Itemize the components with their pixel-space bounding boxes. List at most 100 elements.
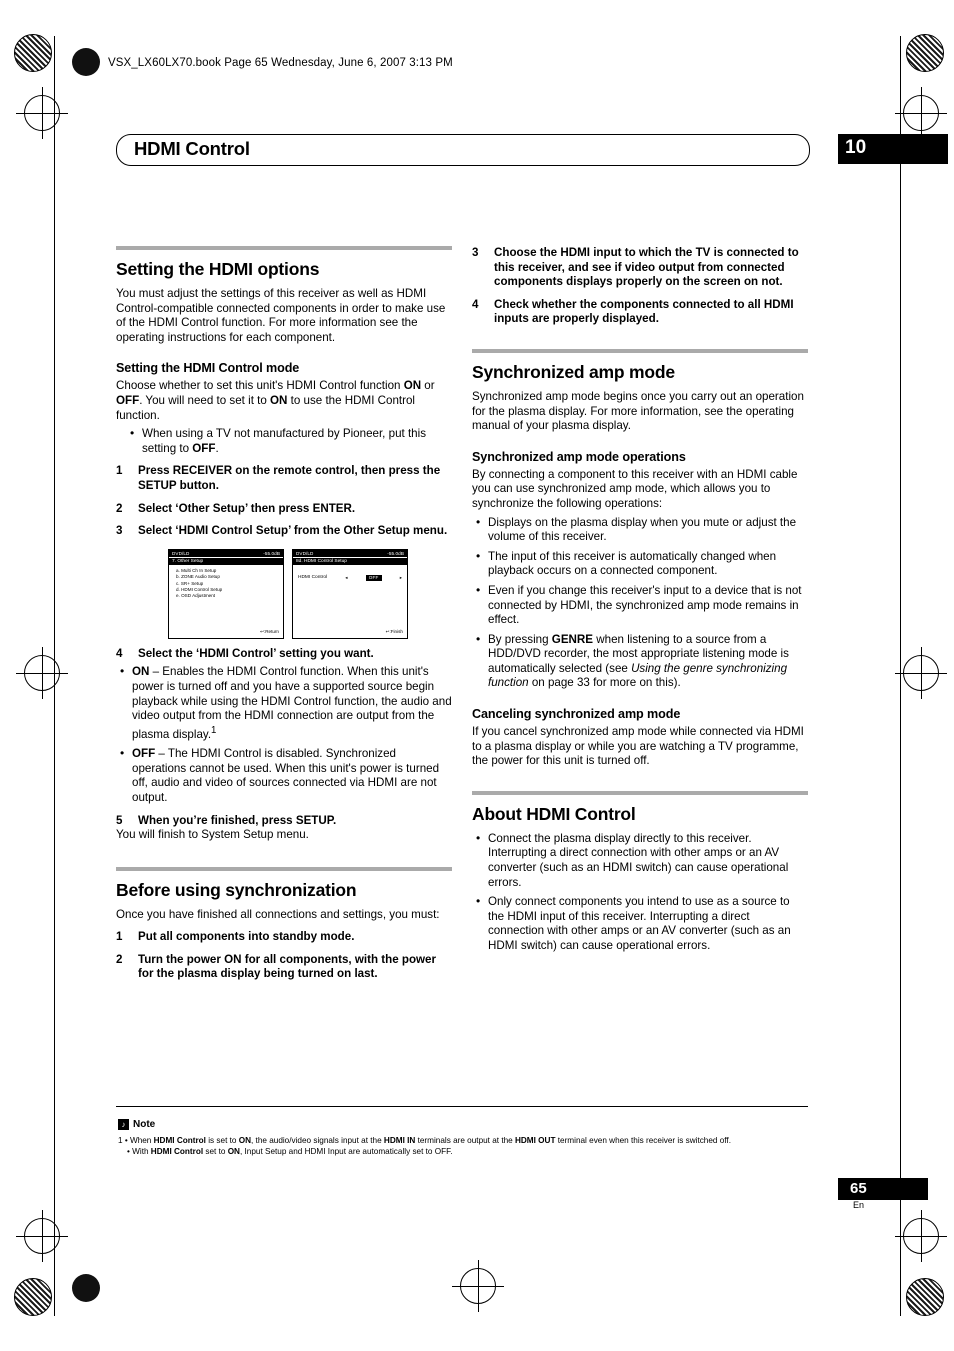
note-hdmi-control: HDMI Control: [153, 1136, 206, 1145]
osd-menu-title: 8d. HDMI Control Setup: [293, 557, 407, 566]
step-text: When you’re finished, press SETUP.: [138, 813, 337, 827]
list-item: By pressing GENRE when listening to a so…: [472, 632, 808, 691]
page-title: HDMI Control: [134, 138, 250, 159]
step-text: Select ‘HDMI Control Setup’ from the Oth…: [138, 524, 448, 538]
text-b: or: [421, 379, 435, 393]
osd-screenshot-other-setup: DVD/LD -55.0dB 7. Other Setup a. Multi C…: [168, 548, 284, 639]
text-a: Choose whether to set this unit's HDMI C…: [116, 379, 404, 393]
note-icon: ♪: [118, 1119, 129, 1130]
registration-mark-right-top: [895, 87, 947, 139]
list-item: Even if you change this receiver's input…: [472, 583, 808, 628]
bullet-list-control-mode: When using a TV not manufactured by Pion…: [126, 426, 452, 456]
osd-item: e. OSD Adjustment: [176, 593, 216, 599]
step-text: Put all components into standby mode.: [138, 930, 355, 944]
crop-line-right: [900, 36, 901, 1316]
section-rule: [472, 790, 808, 795]
note-text-a: 1 • When: [118, 1136, 154, 1145]
note-header: ♪ Note: [118, 1119, 155, 1130]
note-line-1: 1 • When HDMI Control is set to ON, the …: [118, 1136, 808, 1147]
note-text-d: terminals are output at the: [415, 1136, 515, 1145]
right-arrow-icon: ▸: [399, 575, 402, 581]
bullet-text-b: .: [215, 441, 219, 455]
section-heading-setting-hdmi-options: Setting the HDMI options: [116, 259, 320, 279]
note2-hdmi-control: HDMI Control: [150, 1146, 204, 1156]
registration-mark-bottom-center: [452, 1260, 504, 1312]
note-on: ON: [238, 1136, 251, 1145]
step-4: 4 Select the ‘HDMI Control’ setting you …: [116, 647, 452, 662]
registration-mark-right-bottom: [895, 1210, 947, 1262]
paragraph-control-mode: Choose whether to set this unit's HDMI C…: [116, 379, 452, 423]
list-item: Only connect components you intend to us…: [472, 894, 808, 953]
note-text-b: is set to: [205, 1136, 239, 1145]
step-2: 2 Select ‘Other Setup’ then press ENTER.: [116, 502, 452, 517]
subheading-canceling-sync-amp-mode: Canceling synchronized amp mode: [472, 707, 681, 722]
note2-on: ON: [227, 1146, 240, 1156]
paragraph-sync-amp-operations: By connecting a component to this receiv…: [472, 467, 798, 510]
note2-text-c: , Input Setup and HDMI Input are automat…: [239, 1146, 453, 1156]
list-item: Displays on the plasma display when you …: [472, 515, 808, 545]
note2-text-b: set to: [203, 1146, 228, 1156]
osd-topbar: DVD/LD -55.0dB: [293, 549, 407, 557]
osd-footer: ↩:Finish: [385, 628, 403, 634]
section-heading-before-using-synchronization: Before using synchronization: [116, 879, 357, 900]
text-on: ON: [403, 379, 422, 393]
option-off-label: OFF: [132, 747, 156, 761]
page-language-code: En: [853, 1200, 865, 1210]
list-item: OFF – The HDMI Control is disabled. Sync…: [116, 746, 452, 805]
paragraph-step5-sub: You will finish to System Setup menu.: [116, 828, 309, 842]
step-text: Press RECEIVER on the remote control, th…: [138, 464, 441, 492]
list-item: Connect the plasma display directly to t…: [472, 831, 808, 890]
paragraph-sync-amp-intro: Synchronized amp mode begins once you ca…: [472, 389, 804, 433]
step-number: 5: [116, 813, 123, 827]
step-number: 1: [116, 930, 123, 944]
subheading-sync-amp-operations: Synchronized amp mode operations: [472, 449, 686, 464]
genre-text-c: on page 33 for more on this).: [528, 676, 681, 690]
osd-setting-row: HDMI Control ◂ OFF ▸: [293, 565, 407, 582]
step-number: 4: [472, 297, 479, 311]
section-rule: [116, 246, 452, 250]
bullet-text-a: When using a TV not manufactured by Pion…: [142, 427, 427, 455]
option-off-text: – The HDMI Control is disabled. Synchron…: [132, 747, 440, 804]
step-text: Select the ‘HDMI Control’ setting you wa…: [138, 646, 374, 660]
step-number: 3: [472, 246, 479, 259]
step-5: 5 When you’re finished, press SETUP.: [116, 814, 452, 829]
note-hdmi-out: HDMI OUT: [514, 1136, 556, 1145]
osd-screenshot-group: DVD/LD -55.0dB 7. Other Setup a. Multi C…: [168, 548, 452, 639]
paragraph-hdmi-options-intro: You must adjust the settings of this rec…: [116, 287, 446, 344]
note-divider: [116, 1106, 808, 1107]
note-body: 1 • When HDMI Control is set to ON, the …: [118, 1136, 808, 1157]
corner-registration-bottom-left: [14, 1278, 52, 1316]
paragraph-before-sync: Once you have finished all connections a…: [116, 907, 440, 921]
step-text: Select ‘Other Setup’ then press ENTER.: [138, 501, 356, 515]
section-rule: [472, 348, 808, 353]
sync-step-4: 4 Check whether the components connected…: [472, 298, 808, 327]
text-off: OFF: [116, 393, 140, 407]
genre-text-a: By pressing: [488, 632, 552, 646]
step-number: 2: [116, 501, 123, 515]
note2-text-a: • With: [127, 1146, 151, 1156]
osd-source: DVD/LD: [172, 550, 190, 556]
step-1: 1 Press RECEIVER on the remote control, …: [116, 464, 452, 493]
sync-step-2: 2 Turn the power ON for all components, …: [116, 953, 452, 982]
sync-step-3: 3 Choose the HDMI input to which the TV …: [472, 246, 808, 290]
corner-registration-bottom-right: [906, 1278, 944, 1316]
note-hdmi-in: HDMI IN: [383, 1136, 416, 1145]
corner-registration-top-left: [14, 34, 52, 72]
document-page: VSX_LX60LX70.book Page 65 Wednesday, Jun…: [0, 0, 954, 1351]
step-3: 3 Select ‘HDMI Control Setup’ from the O…: [116, 524, 452, 539]
left-arrow-icon: ◂: [345, 575, 348, 581]
note-text-e: terminal even when this receiver is swit…: [555, 1136, 731, 1145]
note-text-c: , the audio/video signals input at the: [251, 1136, 384, 1145]
list-item: ON – Enables the HDMI Control function. …: [116, 664, 452, 742]
osd-item-selected: d. HDMI Control Setup: [176, 586, 223, 592]
note-label: Note: [133, 1119, 156, 1130]
sync-step-1: 1 Put all components into standby mode.: [116, 930, 452, 945]
option-on-label: ON: [132, 665, 150, 679]
text-on2: ON: [270, 393, 288, 407]
left-column: Setting the HDMI options You must adjust…: [116, 246, 452, 982]
paragraph-canceling-sync: If you cancel synchronized amp mode whil…: [472, 725, 804, 768]
step-text: Turn the power ON for all components, wi…: [138, 952, 437, 981]
osd-topbar: DVD/LD -55.0dB: [169, 549, 283, 557]
osd-source: DVD/LD: [296, 550, 314, 556]
list-item: The input of this receiver is automatica…: [472, 549, 808, 579]
